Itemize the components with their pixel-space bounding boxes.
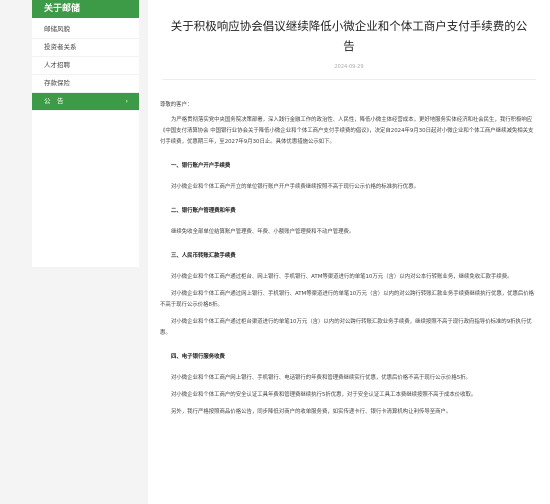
sidebar-item-style[interactable]: 邮储风貌 [32,21,139,39]
sidebar-item-announcements[interactable]: 公 告 › [32,93,139,111]
sidebar-item-label: 公 告 [44,97,64,105]
section-heading: 四、电子银行服务收费 [171,354,225,360]
sidebar-item-label: 存款保险 [44,79,70,87]
article-panel: 关于积极响应协会倡议继续降低小微企业和个体工商户支付手续费的公告 2024-09… [148,0,550,504]
paragraph: 对小微企业和个体工商户通过柜台渠道进行的单笔10万元（含）以内的对公跨行转账汇款… [160,319,532,336]
article-body: 尊敬的客户： 为严格贯彻落实党中央国务院决策部署，深入践行金融工作的政治性、人民… [148,80,550,418]
sidebar-item-label: 邮储风貌 [44,25,70,33]
section-heading: 二、银行账户管理费和年费 [171,208,236,214]
paragraph: 继续免收全部单位结算账户管理费、年费、小额账户管理费和不动户管理费。 [171,229,355,235]
section-heading: 一、银行账户开户手续费 [171,163,231,169]
section-heading: 三、人民币转账汇款手续费 [171,253,236,259]
paragraph: 对小微企业和个体工商户网上银行、手机银行、电话银行的年费和管理费继续实行优惠，优… [171,375,471,381]
greeting: 尊敬的客户： [160,102,193,108]
closing-paragraph: 另外，我行严格按照商品价格公告，同步降低对商户的收单服务费，如实传递卡行、银行卡… [171,409,452,415]
article-date: 2024-09-29 [334,64,364,70]
sidebar-item-recruitment[interactable]: 人才招聘 [32,57,139,75]
sidebar: 关于邮储 邮储风貌 投资者关系 人才招聘 存款保险 公 告 › [32,0,139,267]
paragraph: 对小微企业和个体工商户的安全认证工具年费和管理费继续执行5折优惠，对于安全认证工… [171,392,477,398]
sidebar-header: 关于邮储 [32,0,139,18]
sidebar-item-label: 投资者关系 [44,43,77,51]
sidebar-item-deposit-insurance[interactable]: 存款保险 [32,75,139,93]
intro-paragraph: 为严格贯彻落实党中央国务院决策部署，深入践行金融工作的政治性、人民性，降低小微主… [160,117,534,145]
article-title: 关于积极响应协会倡议继续降低小微企业和个体工商户支付手续费的公告 [170,19,528,53]
paragraph: 对小微企业和个体工商户通过网上银行、手机银行、ATM等渠道进行的单笔10万元（含… [160,291,535,308]
sidebar-item-label: 人才招聘 [44,61,70,69]
chevron-right-icon: › [125,98,128,105]
sidebar-menu: 邮储风貌 投资者关系 人才招聘 存款保险 公 告 › [32,21,139,111]
sidebar-item-investor-relations[interactable]: 投资者关系 [32,39,139,57]
paragraph: 对小微企业和个体工商户开立的单位银行账户开户手续费继续按照不高于现行公示价格的标… [171,184,419,190]
paragraph: 对小微企业和个体工商户通过柜台、网上银行、手机银行、ATM等渠道进行的单笔10万… [171,274,513,280]
